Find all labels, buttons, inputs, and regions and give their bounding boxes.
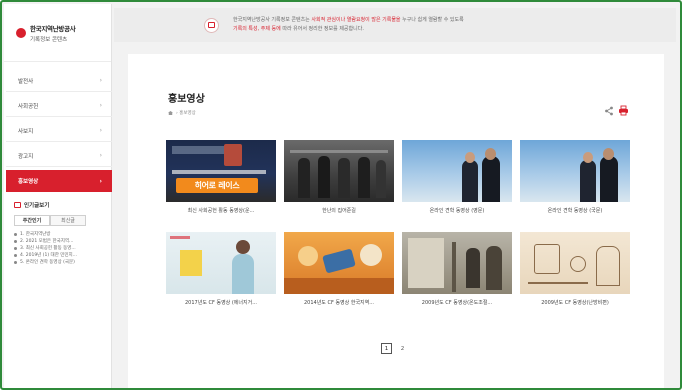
logo[interactable]: 한국지역난방공사 기록정보 콘텐츠 — [4, 4, 111, 62]
sidebar-item-label: 사회공헌 — [18, 103, 39, 110]
popular-list: 1. 한국지역난방 2. 2021 모범은 한국지역... 3. 최신 사회공헌… — [14, 231, 101, 266]
notice-book-icon — [204, 17, 219, 33]
list-item[interactable]: 3. 최신 사회공헌 활동 동영... — [14, 245, 101, 252]
video-caption: 온라인 견학 동영상 (영문) — [429, 208, 485, 214]
video-card[interactable]: 2009년도 CF 동영상(온도조절... — [402, 232, 512, 306]
video-thumbnail[interactable]: 히어로 레이스 — [166, 140, 276, 202]
tab-weekly-popular[interactable]: 주간인기 — [14, 215, 50, 226]
app-frame: 한국지역난방공사 기록정보 콘텐츠 발전사 › 사회공헌 › 사보지 › 광고지… — [0, 0, 682, 390]
video-thumbnail[interactable] — [284, 140, 394, 202]
chevron-right-icon: › — [99, 77, 102, 84]
video-card[interactable]: 온라인 견학 동영상 (영문) — [402, 140, 512, 214]
sidebar-item-2[interactable]: 사회공헌 › — [6, 95, 112, 117]
tab-latest[interactable]: 최신글 — [50, 215, 86, 226]
notice-text: 한국지역난방공사 기록정보 콘텐츠는 사회적 관심이나 열람요청이 많은 기록물… — [233, 17, 464, 32]
sidebar-item-label: 광고지 — [18, 153, 34, 160]
video-caption: 2009년도 CF 동영상(난방비편) — [541, 300, 609, 306]
page-title: 홍보영상 — [168, 94, 205, 105]
sidebar: 한국지역난방공사 기록정보 콘텐츠 발전사 › 사회공헌 › 사보지 › 광고지… — [4, 4, 112, 388]
popular-tabs: 주간인기 최신글 — [14, 215, 101, 226]
chevron-right-icon: › — [99, 102, 102, 109]
video-card[interactable]: 2014년도 CF 동영상 한국지역... — [284, 232, 394, 306]
sidebar-nav: 발전사 › 사회공헌 › 사보지 › 광고지 › 홍보영상 › — [4, 70, 112, 192]
sidebar-item-label: 홍보영상 — [18, 179, 39, 185]
logo-mark-icon — [16, 27, 26, 38]
list-item[interactable]: 1. 한국지역난방 — [14, 231, 101, 238]
video-card[interactable]: 온라인 견학 동영상 (국문) — [520, 140, 630, 214]
bullet-icon — [14, 247, 17, 250]
video-card[interactable]: 한난의 집어준길 — [284, 140, 394, 214]
popular-posts: 인기글보기 주간인기 최신글 1. 한국지역난방 2. 2021 모범은 한국지… — [4, 195, 111, 272]
page-1-button[interactable]: 1 — [381, 343, 392, 354]
sidebar-item-label: 사보지 — [18, 128, 34, 135]
list-item[interactable]: 4. 2019년 (1) 대한 민민지... — [14, 252, 101, 259]
video-card[interactable]: 2017년도 CF 동영상 (에너지거... — [166, 232, 276, 306]
bullet-icon — [14, 240, 17, 243]
bullet-icon — [14, 254, 17, 257]
home-icon[interactable] — [168, 111, 173, 115]
video-thumbnail[interactable] — [520, 232, 630, 294]
video-caption: 2017년도 CF 동영상 (에너지거... — [185, 300, 257, 306]
video-thumbnail[interactable] — [402, 232, 512, 294]
sidebar-item-label: 발전사 — [18, 78, 34, 85]
breadcrumb-current: 홍보영상 — [179, 111, 196, 116]
video-caption: 최신 사회공헌 활동 동영상(운... — [187, 208, 255, 214]
video-caption: 2009년도 CF 동영상(온도조절... — [421, 300, 493, 306]
thumbnail-overlay-text: 히어로 레이스 — [194, 181, 240, 190]
video-caption: 2014년도 CF 동영상 한국지역... — [303, 300, 375, 306]
page-2-button[interactable]: 2 — [397, 343, 408, 354]
sidebar-item-4[interactable]: 광고지 › — [6, 145, 112, 167]
chevron-right-icon: › — [99, 152, 102, 159]
list-item[interactable]: 2. 2021 모범은 한국지역... — [14, 238, 101, 245]
video-thumbnail[interactable] — [402, 140, 512, 202]
video-caption: 한난의 집어준길 — [322, 208, 356, 214]
chat-bubble-icon — [14, 202, 21, 208]
video-card[interactable]: 히어로 레이스 최신 사회공헌 활동 동영상(운... — [166, 140, 276, 214]
sidebar-item-1[interactable]: 발전사 › — [6, 70, 112, 92]
bullet-icon — [14, 233, 17, 236]
logo-title: 한국지역난방공사 — [30, 24, 76, 33]
list-item[interactable]: 5. 온라인 견학 동영상 (국문) — [14, 259, 101, 266]
main-content: 홍보영상 › 홍보영상 히어로 레이스 최신 사회공헌 활동 동영상(운... … — [128, 54, 664, 388]
video-thumbnail[interactable] — [166, 232, 276, 294]
notice-banner: 한국지역난방공사 기록정보 콘텐츠는 사회적 관심이나 열람요청이 많은 기록물… — [114, 8, 676, 42]
video-thumbnail[interactable] — [284, 232, 394, 294]
share-icon[interactable] — [604, 106, 614, 116]
pagination: 1 2 — [381, 343, 413, 354]
breadcrumb: › 홍보영상 — [168, 110, 196, 116]
print-icon[interactable] — [618, 105, 629, 116]
video-caption: 온라인 견학 동영상 (국문) — [547, 208, 603, 214]
logo-subtitle: 기록정보 콘텐츠 — [30, 36, 68, 43]
bullet-icon — [14, 261, 17, 264]
chevron-right-icon: › — [99, 127, 102, 134]
video-card[interactable]: 2009년도 CF 동영상(난방비편) — [520, 232, 630, 306]
sidebar-item-3[interactable]: 사보지 › — [6, 120, 112, 142]
video-thumbnail[interactable] — [520, 140, 630, 202]
chevron-right-icon: › — [99, 177, 102, 185]
sidebar-item-5-active[interactable]: 홍보영상 › — [6, 170, 112, 192]
popular-title: 인기글보기 — [24, 203, 50, 209]
